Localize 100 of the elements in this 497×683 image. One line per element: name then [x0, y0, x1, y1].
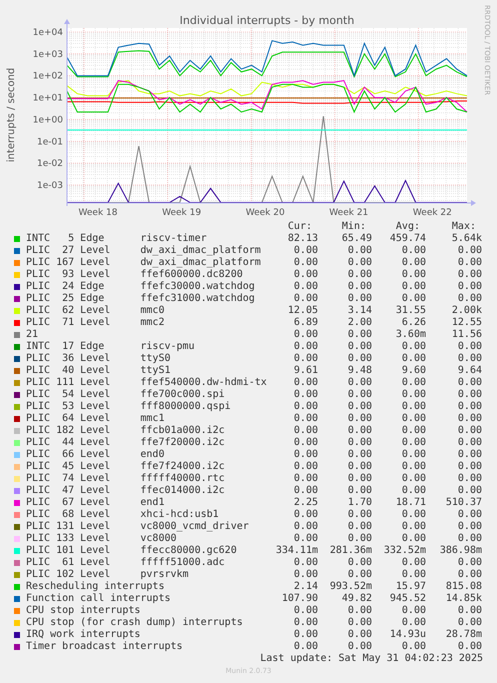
legend-label: PLIC 93 Level ffef600000.dc8200: [25, 269, 244, 281]
stat-value: 49.82: [342, 593, 372, 605]
stat-value: 15.97: [396, 581, 426, 593]
stat-value: 0.00: [458, 605, 482, 617]
stat-value: 0.00: [402, 509, 426, 521]
stat-value: 0.00: [458, 461, 482, 473]
y-tick-label: 1e+03: [32, 50, 63, 60]
stat-value: 0.00: [402, 437, 426, 449]
y-axis-label: interrupts / second: [6, 68, 17, 162]
column-header: Max:: [452, 221, 477, 233]
y-tick-label: 1e+01: [32, 94, 63, 104]
stat-value: 0.00: [348, 485, 372, 497]
stat-value: 0.00: [402, 473, 426, 485]
stat-value: 0.00: [348, 521, 372, 533]
stat-value: 0.00: [458, 437, 482, 449]
stat-value: 0.00: [348, 437, 372, 449]
legend-label: INTC 5 Edge riscv-timer: [25, 233, 208, 245]
legend-label: PLIC 24 Edge ffefc30000.watchdog: [25, 281, 256, 293]
stat-value: 0.00: [402, 425, 426, 437]
stat-value: 5.64k: [452, 233, 482, 245]
stat-value: 2.25: [294, 497, 318, 509]
stat-value: 0.00: [458, 449, 482, 461]
stat-value: 9.64: [458, 365, 482, 377]
stat-value: 11.56: [452, 329, 482, 341]
stat-value: 0.00: [348, 557, 372, 569]
stat-value: 0.00: [458, 257, 482, 269]
stat-value: 0.00: [294, 425, 318, 437]
chart-title: Individual interrupts - by month: [180, 14, 354, 27]
stat-value: 0.00: [402, 245, 426, 257]
stat-value: 0.00: [294, 605, 318, 617]
stat-value: 14.93u: [390, 629, 426, 641]
stat-value: 0.00: [402, 413, 426, 425]
stat-value: 0.00: [402, 461, 426, 473]
stat-value: 0.00: [458, 521, 482, 533]
stat-value: 31.55: [396, 305, 426, 317]
column-header: Avg:: [396, 221, 421, 233]
legend-label: PLIC 111 Level ffef540000.dw-hdmi-tx: [25, 377, 268, 389]
stat-value: 18.71: [396, 497, 426, 509]
x-tick-label: Week 21: [329, 208, 368, 218]
stat-value: 0.00: [458, 341, 482, 353]
stat-value: 0.00: [294, 245, 318, 257]
stat-value: 0.00: [458, 509, 482, 521]
legend-label: PLIC 66 Level end0: [25, 449, 166, 461]
last-update-text: Last update: Sat May 31 04:02:23 2025: [260, 653, 483, 665]
stat-value: 0.00: [294, 257, 318, 269]
stat-value: 0.00: [458, 533, 482, 545]
stat-value: 0.00: [294, 461, 318, 473]
stat-value: 0.00: [402, 377, 426, 389]
stat-value: 28.78m: [446, 629, 482, 641]
legend-label: PLIC 167 Level dw_axi_dmac_platform: [25, 257, 262, 269]
legend-label: INTC 17 Edge riscv-pmu: [25, 341, 196, 353]
legend-label: PLIC 27 Level dw_axi_dmac_platform: [25, 245, 262, 257]
stat-value: 0.00: [402, 485, 426, 497]
stat-value: 945.52: [390, 593, 426, 605]
stat-value: 0.00: [402, 281, 426, 293]
stat-value: 0.00: [458, 485, 482, 497]
stat-value: 2.14: [294, 581, 318, 593]
legend-label: PLIC 101 Level ffecc80000.gc620: [25, 545, 238, 557]
stat-value: 0.00: [294, 569, 318, 581]
stat-value: 3.60m: [396, 329, 426, 341]
stat-value: 0.00: [458, 353, 482, 365]
legend-label: PLIC 68 Level xhci-hcd:usb1: [25, 509, 220, 521]
stat-value: 0.00: [402, 293, 426, 305]
stat-value: 0.00: [458, 617, 482, 629]
stat-value: 0.00: [458, 389, 482, 401]
stat-value: 0.00: [348, 401, 372, 413]
stat-value: 0.00: [294, 617, 318, 629]
stat-value: 0.00: [458, 377, 482, 389]
stat-value: 0.00: [294, 629, 318, 641]
stat-value: 0.00: [348, 617, 372, 629]
stat-value: 0.00: [294, 401, 318, 413]
stat-value: 1.70: [348, 497, 372, 509]
stat-value: 0.00: [402, 605, 426, 617]
stat-value: 334.11m: [276, 545, 318, 557]
stat-value: 9.60: [402, 365, 426, 377]
stat-value: 0.00: [348, 605, 372, 617]
legend-label: Rescheduling interrupts: [25, 581, 166, 593]
y-tick-label: 1e+02: [32, 72, 63, 82]
legend-label: PLIC 62 Level mmc0: [25, 305, 166, 317]
legend-label: PLIC 71 Level mmc2: [25, 317, 166, 329]
stat-value: 0.00: [348, 281, 372, 293]
stat-value: 0.00: [294, 281, 318, 293]
legend-label: CPU stop (for crash dump) interrupts: [25, 617, 244, 629]
y-tick-label: 1e-03: [37, 181, 63, 192]
stat-value: 386.98m: [440, 545, 482, 557]
stat-value: 0.00: [348, 269, 372, 281]
stat-value: 6.26: [402, 317, 426, 329]
stat-value: 0.00: [402, 389, 426, 401]
stat-value: 332.52m: [384, 545, 426, 557]
column-header: Cur:: [288, 221, 313, 233]
legend-label: PLIC 53 Level fff8000000.qspi: [25, 401, 232, 413]
stat-value: 0.00: [348, 473, 372, 485]
stat-value: 0.00: [348, 449, 372, 461]
stat-value: 0.00: [294, 521, 318, 533]
stat-value: 815.08: [446, 581, 482, 593]
stat-value: 0.00: [294, 449, 318, 461]
stat-value: 0.00: [402, 641, 426, 653]
stat-value: 3.14: [348, 305, 372, 317]
stat-value: 2.00: [348, 317, 372, 329]
stat-value: 0.00: [458, 245, 482, 257]
